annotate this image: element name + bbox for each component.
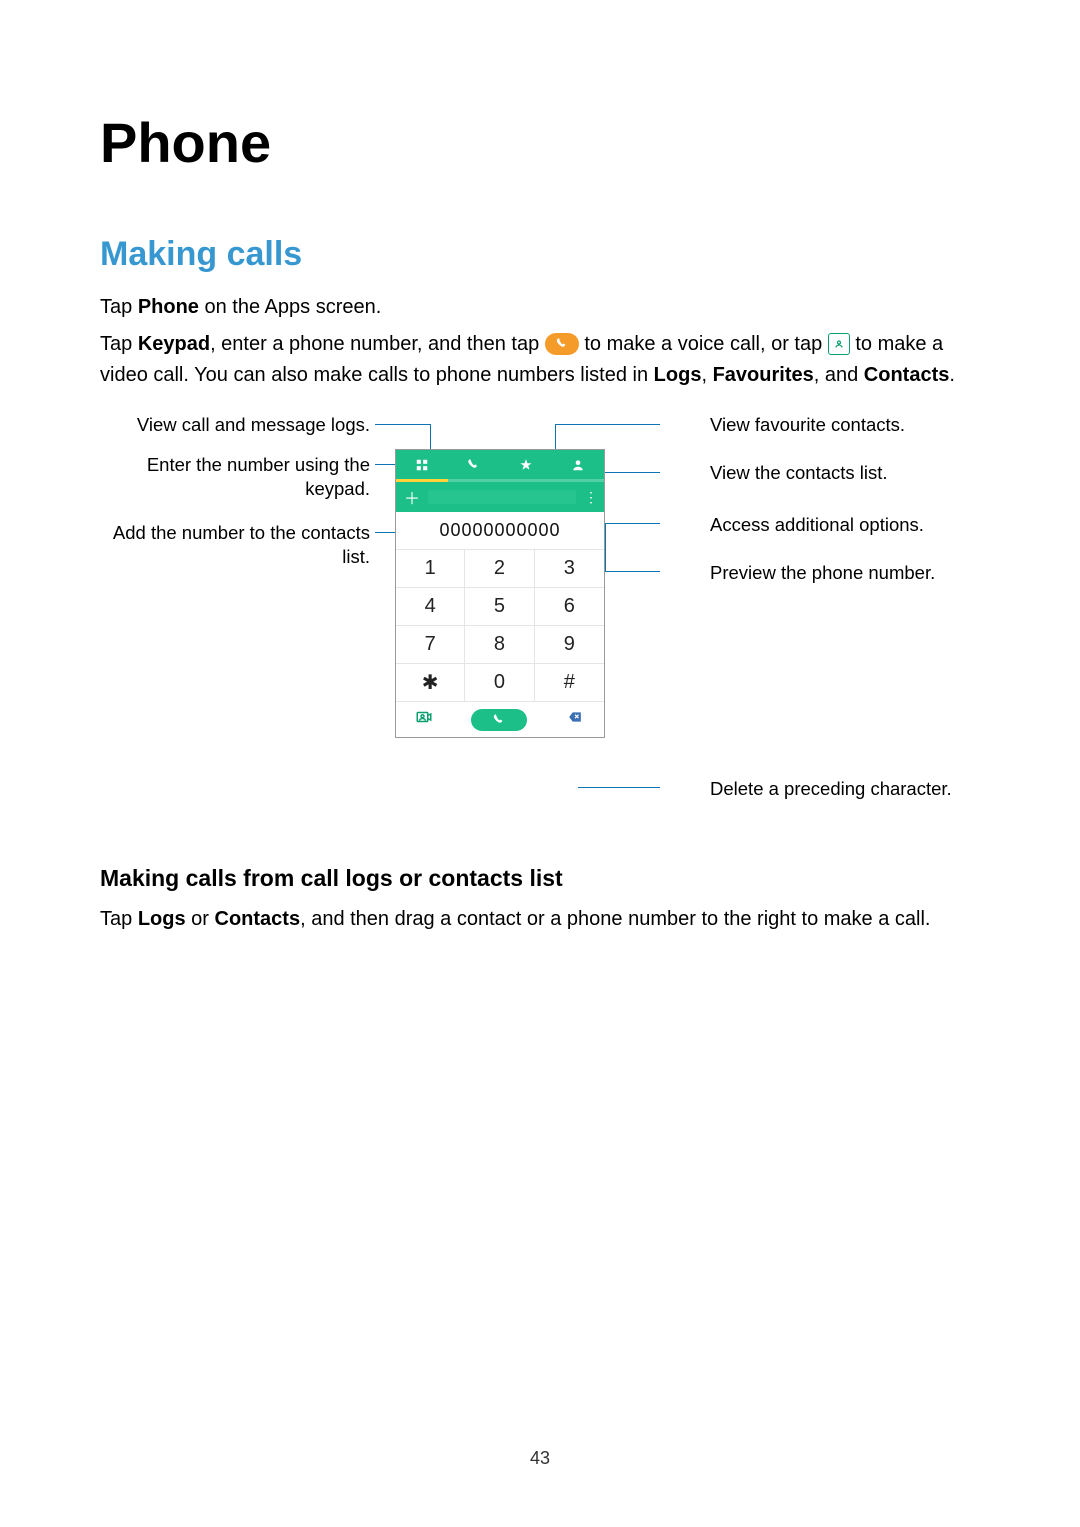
backspace-button[interactable] [565,710,585,729]
callout-delete: Delete a preceding character. [710,777,980,801]
phone-tabs [396,450,604,482]
key-7[interactable]: 7 [396,625,465,663]
key-label: 6 [564,595,575,618]
text-bold: Favourites [713,364,814,386]
text: , [701,364,712,386]
video-call-icon [828,333,850,355]
leader-line [578,787,660,788]
tab-logs[interactable] [448,450,500,482]
leader-line [555,424,660,425]
number-preview: 00000000000 [396,512,604,549]
key-star[interactable]: ✱ [396,663,465,701]
page-number: 43 [0,1448,1080,1469]
paragraph-make-call: Tap Keypad, enter a phone number, and th… [100,329,980,391]
key-0[interactable]: 0 [465,663,534,701]
key-label: # [564,671,575,694]
text: Tap [100,908,138,930]
text-bold: Contacts [864,364,950,386]
key-6[interactable]: 6 [535,587,604,625]
text: , and then drag a contact or a phone num… [300,908,930,930]
key-label: 8 [494,633,505,656]
phone-mock: ＋ ⋮ 00000000000 1 2 3 4 5 6 7 8 9 ✱ 0 # [395,449,605,738]
key-label: 3 [564,557,575,580]
text-bold: Contacts [215,908,301,930]
key-4[interactable]: 4 [396,587,465,625]
phone-figure: View call and message logs. Enter the nu… [100,409,980,839]
callout-contacts: View the contacts list. [710,461,980,485]
keypad: 1 2 3 4 5 6 7 8 9 ✱ 0 # [396,549,604,701]
more-options-icon[interactable]: ⋮ [584,489,596,506]
paragraph-apps-screen: Tap Phone on the Apps screen. [100,292,980,323]
key-label: 4 [425,595,436,618]
text: Tap [100,296,138,318]
key-label: 9 [564,633,575,656]
paragraph-logs-contacts: Tap Logs or Contacts, and then drag a co… [100,904,980,935]
callout-logs: View call and message logs. [100,413,370,437]
key-label: 7 [425,633,436,656]
key-1[interactable]: 1 [396,549,465,587]
key-9[interactable]: 9 [535,625,604,663]
phone-action-row [396,701,604,737]
key-hash[interactable]: # [535,663,604,701]
tab-keypad[interactable] [396,450,448,482]
text-bold: Keypad [138,333,210,355]
leader-line [600,523,660,524]
text: or [186,908,215,930]
callout-add-contact: Add the number to the contacts list. [100,521,370,569]
text: Tap [100,333,138,355]
key-8[interactable]: 8 [465,625,534,663]
section-title-making-calls: Making calls [100,235,980,274]
text-bold: Logs [138,908,186,930]
callout-favourites: View favourite contacts. [710,413,980,437]
page-title: Phone [100,110,980,175]
key-label: 2 [494,557,505,580]
key-label: ✱ [422,670,439,695]
key-5[interactable]: 5 [465,587,534,625]
call-icon [545,333,579,355]
subsection-title-call-logs: Making calls from call logs or contacts … [100,865,980,892]
leader-line [375,424,430,425]
dial-button[interactable] [471,709,527,731]
text: to make a voice call, or tap [584,333,827,355]
leader-line [605,571,660,572]
key-label: 0 [494,671,505,694]
text: on the Apps screen. [199,296,381,318]
key-2[interactable]: 2 [465,549,534,587]
text-bold: Logs [654,364,702,386]
key-label: 5 [494,595,505,618]
callout-keypad: Enter the number using the keypad. [100,453,370,501]
text-bold: Phone [138,296,199,318]
phone-subbar: ＋ ⋮ [396,482,604,512]
leader-line [605,524,606,571]
subbar-spacer [428,490,576,504]
tab-contacts[interactable] [552,450,604,482]
text: , and [814,364,864,386]
key-3[interactable]: 3 [535,549,604,587]
callout-number-preview: Preview the phone number. [710,561,980,585]
video-call-button[interactable] [415,708,433,731]
tab-favourites[interactable] [500,450,552,482]
key-label: 1 [425,557,436,580]
text: , enter a phone number, and then tap [210,333,545,355]
callout-more-options: Access additional options. [710,513,980,537]
text: . [949,364,955,386]
add-to-contacts-icon[interactable]: ＋ [404,485,420,509]
